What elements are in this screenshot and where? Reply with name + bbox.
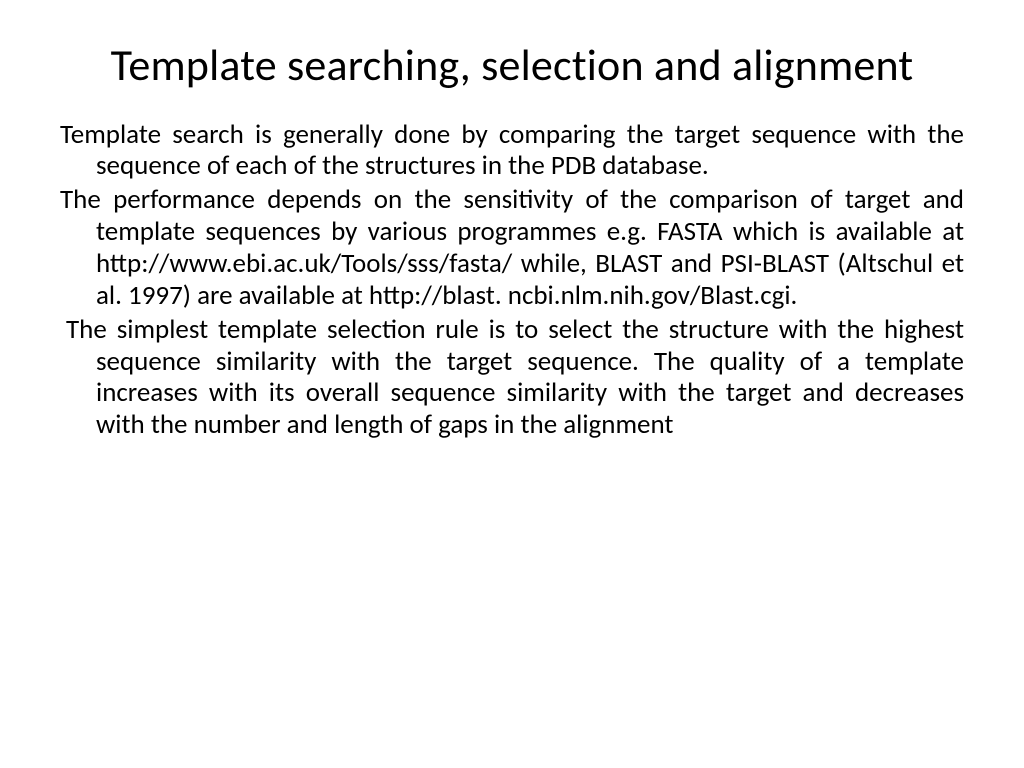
slide-title: Template searching, selection and alignm… — [60, 40, 964, 91]
body-paragraph: Template search is generally done by com… — [60, 119, 964, 183]
body-paragraph: The simplest template selection rule is … — [60, 314, 964, 441]
slide-body: Template search is generally done by com… — [60, 119, 964, 442]
body-paragraph: The performance depends on the sensitivi… — [60, 184, 964, 311]
